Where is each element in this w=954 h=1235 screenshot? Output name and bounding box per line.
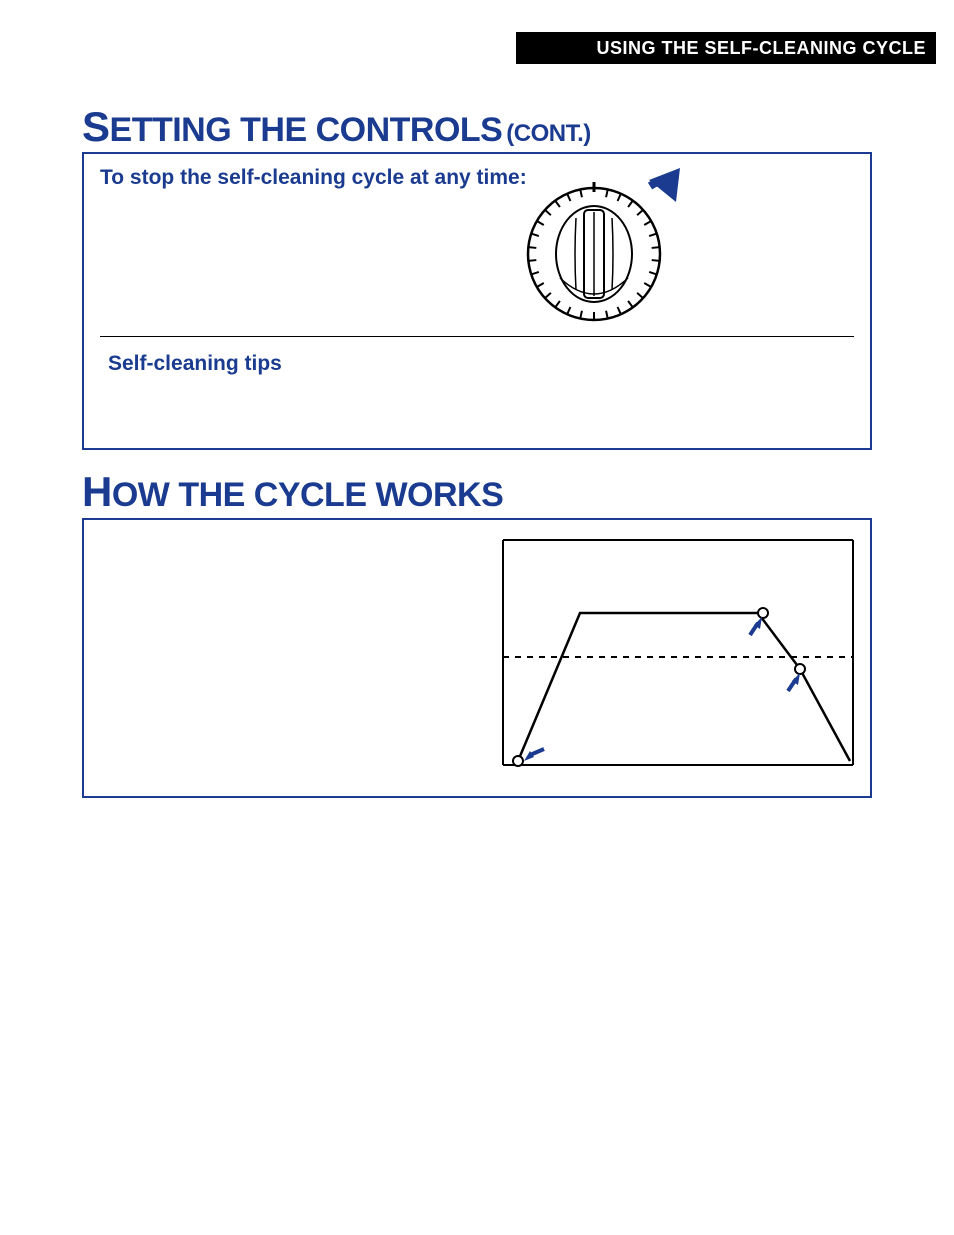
cycle-chart-svg xyxy=(498,535,858,785)
section-title-setting-controls: SETTING THE CONTROLS (CONT.) xyxy=(82,103,591,151)
self-cleaning-tips-heading: Self-cleaning tips xyxy=(108,352,282,376)
chart-arrow-icon xyxy=(524,749,544,761)
page-header-bar: USING THE SELF-CLEANING CYCLE xyxy=(516,32,936,64)
section-title-how-cycle-works: HOW THE CYCLE WORKS xyxy=(82,468,503,516)
how-cycle-works-panel xyxy=(82,518,872,798)
cycle-chart-illustration xyxy=(498,535,858,785)
setting-controls-panel: To stop the self-cleaning cycle at any t… xyxy=(82,152,872,450)
chart-arrow-icon xyxy=(750,617,762,635)
page-header-title: USING THE SELF-CLEANING CYCLE xyxy=(596,38,926,59)
chart-arrow-icon xyxy=(788,673,800,691)
title-cont: (CONT.) xyxy=(506,120,590,147)
oven-dial-icon xyxy=(528,182,660,320)
section-divider xyxy=(100,336,854,337)
knob-svg xyxy=(494,168,714,338)
title2-initial: H xyxy=(82,468,112,515)
direction-arrow-icon xyxy=(649,168,680,202)
stop-cycle-heading: To stop the self-cleaning cycle at any t… xyxy=(100,166,527,190)
title-rest: ETTING THE CONTROLS xyxy=(110,111,503,149)
title-initial: S xyxy=(82,103,110,150)
title2-rest: OW THE CYCLE WORKS xyxy=(112,476,503,514)
knob-illustration xyxy=(494,168,714,338)
